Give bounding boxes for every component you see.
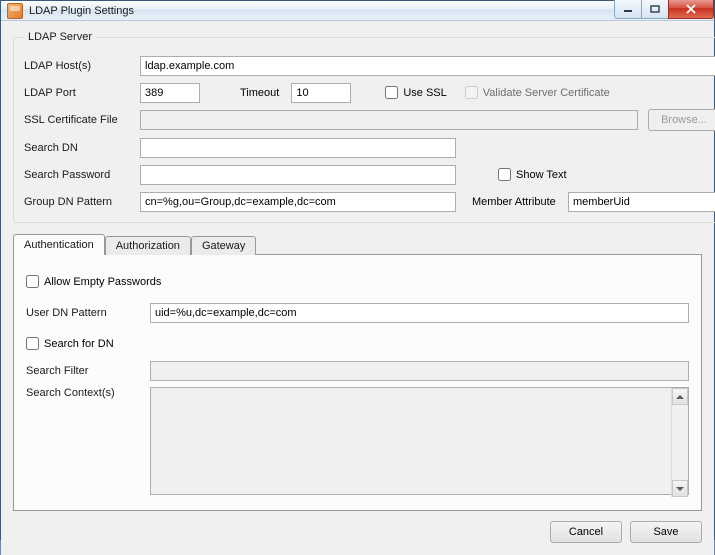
timeout-label: Timeout xyxy=(240,87,279,99)
maximize-button[interactable] xyxy=(641,0,669,19)
tab-authentication[interactable]: Authentication xyxy=(13,234,105,255)
show-text-input[interactable] xyxy=(498,168,511,181)
ssl-cert-input xyxy=(140,110,638,130)
tabs: Authentication Authorization Gateway All… xyxy=(13,233,702,511)
member-attr-label: Member Attribute xyxy=(472,196,568,208)
app-icon xyxy=(7,3,23,19)
member-attr-input[interactable] xyxy=(568,192,715,212)
tabstrip: Authentication Authorization Gateway xyxy=(13,233,702,254)
ldap-port-label: LDAP Port xyxy=(24,87,140,99)
minimize-button[interactable] xyxy=(614,0,642,19)
user-dn-input[interactable] xyxy=(150,303,689,323)
scrollbar xyxy=(671,388,688,497)
search-password-label: Search Password xyxy=(24,169,140,181)
ssl-cert-label: SSL Certificate File xyxy=(24,114,140,126)
titlebar: LDAP Plugin Settings xyxy=(1,1,714,21)
window-buttons xyxy=(615,0,714,20)
chevron-up-icon xyxy=(676,395,684,399)
scroll-up-button[interactable] xyxy=(672,388,688,405)
validate-cert-input xyxy=(465,86,478,99)
use-ssl-input[interactable] xyxy=(385,86,398,99)
tab-authorization[interactable]: Authorization xyxy=(105,236,191,255)
search-dn-input[interactable] xyxy=(140,138,456,158)
maximize-icon xyxy=(650,5,660,13)
search-contexts-input xyxy=(150,387,689,495)
tab-gateway[interactable]: Gateway xyxy=(191,236,256,255)
ldap-host-input[interactable] xyxy=(140,56,715,76)
search-filter-label: Search Filter xyxy=(26,365,150,377)
client-area: LDAP Server LDAP Host(s) LDAP Port Timeo… xyxy=(1,21,714,555)
window: LDAP Plugin Settings LDAP Server LDAP Ho… xyxy=(0,0,715,540)
allow-empty-passwords-checkbox[interactable]: Allow Empty Passwords xyxy=(26,275,161,288)
chevron-down-icon xyxy=(676,487,684,491)
search-for-dn-label: Search for DN xyxy=(44,338,114,350)
close-icon xyxy=(685,4,697,14)
ldap-server-legend: LDAP Server xyxy=(24,31,96,43)
use-ssl-label: Use SSL xyxy=(403,87,446,99)
validate-cert-checkbox: Validate Server Certificate xyxy=(465,86,610,99)
minimize-icon xyxy=(623,5,633,13)
timeout-input[interactable] xyxy=(291,83,351,103)
search-dn-label: Search DN xyxy=(24,142,140,154)
search-password-input[interactable] xyxy=(140,165,456,185)
use-ssl-checkbox[interactable]: Use SSL xyxy=(385,86,446,99)
ldap-host-label: LDAP Host(s) xyxy=(24,60,140,72)
browse-button: Browse... xyxy=(648,109,715,131)
search-for-dn-input[interactable] xyxy=(26,337,39,350)
group-dn-input[interactable] xyxy=(140,192,456,212)
show-text-label: Show Text xyxy=(516,169,567,181)
ldap-port-input[interactable] xyxy=(140,83,200,103)
user-dn-label: User DN Pattern xyxy=(26,307,150,319)
search-contexts-label: Search Context(s) xyxy=(26,387,150,399)
show-text-checkbox[interactable]: Show Text xyxy=(498,168,567,181)
allow-empty-passwords-label: Allow Empty Passwords xyxy=(44,276,161,288)
group-dn-label: Group DN Pattern xyxy=(24,196,140,208)
allow-empty-passwords-input[interactable] xyxy=(26,275,39,288)
scroll-down-button[interactable] xyxy=(672,480,688,497)
window-title: LDAP Plugin Settings xyxy=(29,5,615,17)
search-filter-input xyxy=(150,361,689,381)
close-button[interactable] xyxy=(668,0,714,19)
search-for-dn-checkbox[interactable]: Search for DN xyxy=(26,337,114,350)
ldap-server-group: LDAP Server LDAP Host(s) LDAP Port Timeo… xyxy=(13,31,715,223)
validate-cert-label: Validate Server Certificate xyxy=(483,87,610,99)
tab-page-authentication: Allow Empty Passwords User DN Pattern Se… xyxy=(13,254,702,511)
